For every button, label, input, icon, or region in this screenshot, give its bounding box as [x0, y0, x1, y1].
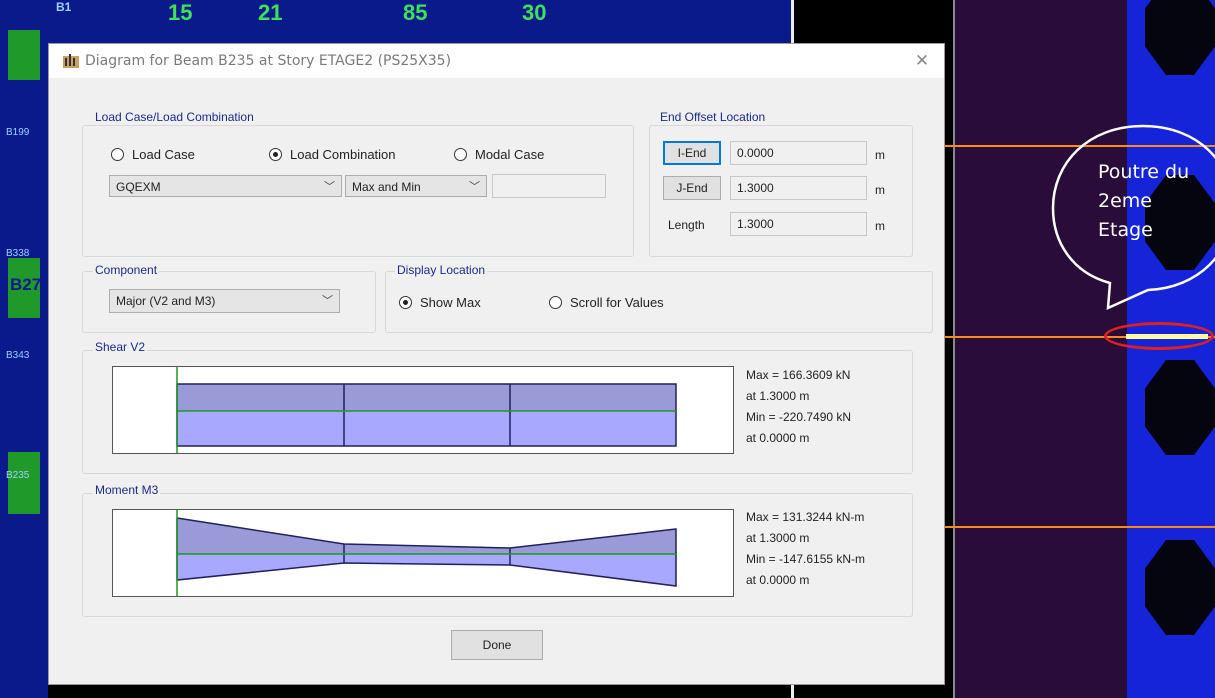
beam-label: B235 [6, 470, 30, 481]
radio-dot-selected[interactable] [269, 148, 282, 161]
length-label: Length [668, 218, 705, 232]
beam-cell [8, 30, 40, 80]
top-label: 30 [522, 0, 547, 25]
display-location-group-title: Display Location [395, 263, 488, 277]
radio-modal-case[interactable]: Modal Case [454, 147, 544, 162]
load-case-group-title: Load Case/Load Combination [93, 110, 256, 124]
model-view-left: B199 B338 B279 B343 B235 [0, 0, 51, 698]
annotation-line: Poutre du [1098, 161, 1190, 183]
moment-group-title: Moment M3 [93, 483, 161, 497]
radio-dot[interactable] [111, 148, 124, 161]
radio-label: Load Combination [290, 147, 396, 162]
combination-select[interactable]: GQEXM ﹀ [109, 175, 342, 197]
radio-label: Modal Case [475, 147, 545, 162]
i-end-button[interactable]: I-End [663, 141, 721, 165]
beam-diagram-dialog: Diagram for Beam B235 at Story ETAGE2 (P… [48, 43, 945, 685]
chevron-down-icon: ﹀ [469, 181, 480, 193]
radio-show-max[interactable]: Show Max [399, 295, 481, 310]
unit-label: m [875, 183, 885, 197]
top-label: 21 [258, 0, 283, 25]
radio-scroll-for-values[interactable]: Scroll for Values [549, 295, 664, 310]
annotation-line: 2eme [1098, 190, 1152, 212]
chevron-down-icon: ﹀ [324, 181, 335, 193]
diagram-margin [113, 367, 177, 453]
shear-diagram [112, 366, 734, 454]
close-button[interactable]: ✕ [908, 48, 936, 74]
beam-line [945, 526, 1215, 528]
diagram-margin [113, 510, 177, 596]
grid-line [953, 0, 955, 698]
shear-max-location: at 1.3000 m [746, 389, 810, 403]
model-view-top: B1 15 21 85 30 [48, 0, 793, 43]
radio-label: Scroll for Values [570, 295, 664, 310]
envelope-select[interactable]: Max and Min ﹀ [345, 175, 487, 197]
beam-label: B199 [6, 127, 30, 138]
moment-diagram [112, 509, 734, 597]
chevron-down-icon: ﹀ [322, 295, 333, 307]
beam-label: B343 [6, 350, 30, 361]
shear-min-location: at 0.0000 m [746, 431, 810, 445]
column-shape [1145, 540, 1215, 635]
moment-max-location: at 1.3000 m [746, 531, 810, 545]
end-offset-group-title: End Offset Location [658, 110, 768, 124]
dialog-title: Diagram for Beam B235 at Story ETAGE2 (P… [85, 53, 452, 69]
radio-load-combination[interactable]: Load Combination [269, 147, 396, 162]
radio-dot[interactable] [549, 296, 562, 309]
moment-diagram-svg [113, 510, 677, 596]
moment-max: Max = 131.3244 kN-m [746, 510, 865, 524]
done-button[interactable]: Done [451, 630, 543, 660]
beam-highlight-circle [1104, 322, 1214, 350]
shear-min: Min = -220.7490 kN [746, 410, 852, 424]
component-value: Major (V2 and M3) [116, 294, 216, 308]
radio-dot-selected[interactable] [399, 296, 412, 309]
unit-label: m [875, 219, 885, 233]
shear-max: Max = 166.3609 kN [746, 368, 851, 382]
top-label: 15 [168, 0, 193, 25]
annotation-text: Poutre du 2eme Etage [1098, 158, 1189, 245]
app-icon [63, 54, 79, 68]
title-bar: Diagram for Beam B235 at Story ETAGE2 (P… [49, 44, 944, 78]
envelope-value: Max and Min [352, 180, 421, 194]
top-label: 85 [403, 0, 428, 25]
length-value: 1.3000 [730, 212, 867, 236]
radio-load-case[interactable]: Load Case [111, 147, 195, 162]
j-end-button[interactable]: J-End [663, 176, 721, 200]
component-select[interactable]: Major (V2 and M3) ﹀ [109, 289, 340, 313]
beam-cell [8, 452, 40, 514]
moment-min-location: at 0.0000 m [746, 573, 810, 587]
annotation-line: Etage [1098, 219, 1153, 241]
top-label: B1 [56, 0, 72, 14]
shear-results: Max = 166.3609 kN at 1.3000 m Min = -220… [746, 365, 851, 449]
j-end-value: 1.3000 [730, 176, 867, 200]
shear-group-title: Shear V2 [93, 340, 148, 354]
moment-negative-region [177, 554, 676, 586]
shear-negative-region [177, 411, 676, 446]
shear-diagram-svg [113, 367, 677, 453]
moment-positive-region [177, 518, 676, 554]
combination-value: GQEXM [116, 180, 161, 194]
extra-field [492, 174, 606, 198]
column-shape [1145, 0, 1215, 75]
moment-min: Min = -147.6155 kN-m [746, 552, 866, 566]
component-group-title: Component [93, 263, 160, 277]
radio-label: Show Max [420, 295, 481, 310]
moment-results: Max = 131.3244 kN-m at 1.3000 m Min = -1… [746, 507, 865, 591]
beam-label: B279 [10, 275, 51, 294]
unit-label: m [875, 148, 885, 162]
i-end-value: 0.0000 [730, 141, 867, 165]
radio-dot[interactable] [454, 148, 467, 161]
shear-positive-region [177, 384, 676, 411]
radio-label: Load Case [132, 147, 195, 162]
column-shape [1145, 360, 1215, 455]
